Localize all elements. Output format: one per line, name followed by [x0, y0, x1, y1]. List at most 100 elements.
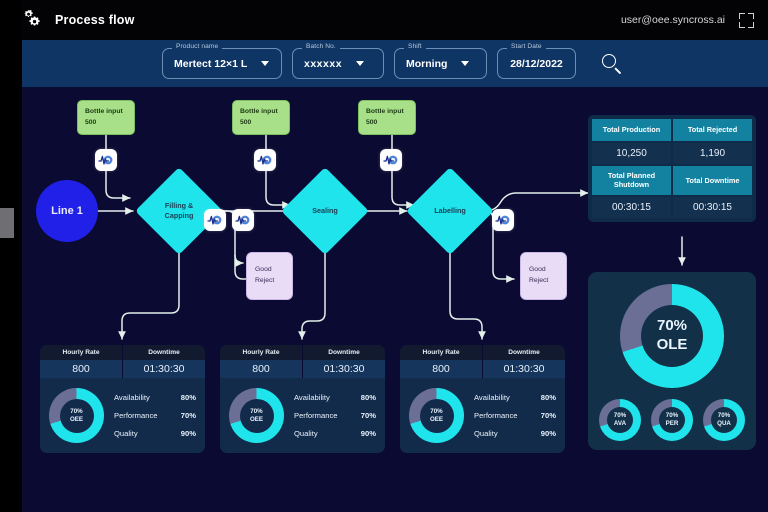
reject-box-1[interactable]: Good Reject [246, 252, 293, 300]
batch-no-select[interactable]: Batch No. xxxxxx [292, 43, 384, 79]
kpi-card-header: Hourly Rate Downtime [400, 345, 565, 360]
ava-value: 70% [613, 412, 627, 420]
oee-value: 70% [250, 407, 263, 415]
gear-icon[interactable] [22, 9, 46, 31]
ole-value: 70% [656, 317, 688, 335]
user-email[interactable]: user@oee.syncross.ai [621, 14, 725, 26]
sensor-waveform-icon[interactable] [204, 209, 226, 231]
stage-labelling[interactable]: Labelling [406, 167, 494, 255]
dashboard-root: Process flow user@oee.syncross.ai Produc… [0, 0, 768, 512]
kpi-metric-rows: Availability 80% Performance 70% Quality… [292, 393, 376, 438]
sensor-waveform-icon[interactable] [95, 149, 117, 171]
page-title: Process flow [55, 13, 135, 27]
oee-label: OEE [249, 415, 264, 423]
metric-pct: 90% [180, 429, 196, 438]
kpi-card-body: 70% OEE Availability 80% Performance 70%… [400, 378, 565, 453]
left-rail [0, 0, 22, 512]
chevron-down-icon [261, 61, 270, 66]
ole-mini-donuts: 70% AVA 70% PER 70% QUA [599, 399, 745, 441]
hourly-rate-label: Hourly Rate [400, 345, 483, 360]
search-icon[interactable] [601, 53, 623, 75]
bottle-input-title: Bottle input [85, 108, 123, 115]
bottle-input-value: 500 [85, 118, 97, 126]
reject-line1: Good [529, 266, 546, 273]
bottle-input-box-2[interactable]: Bottle input 500 [232, 100, 290, 136]
total-planned-shutdown-value: 00:30:15 [592, 196, 671, 218]
process-flow-canvas: Line 1 Bottle input 500 Bottle input 500… [22, 87, 768, 512]
downtime-value: 01:30:30 [323, 363, 365, 375]
kpi-metric-row: Quality 90% [294, 429, 376, 438]
per-label: PER [665, 420, 679, 427]
chevron-down-icon [461, 61, 470, 66]
total-rejected-label: Total Rejected [673, 119, 752, 141]
qua-value: 70% [717, 412, 731, 420]
filter-group: Product name Mertect 12×1 L Batch No. xx… [162, 43, 623, 79]
total-downtime-label: Total Downtime [673, 166, 752, 195]
hourly-rate-label: Hourly Rate [220, 345, 303, 360]
metric-name: Performance [294, 411, 338, 420]
reject-box-2[interactable]: Good Reject [520, 252, 567, 300]
line-node[interactable]: Line 1 [36, 180, 98, 242]
metric-pct: 70% [180, 411, 196, 420]
metric-name: Availability [474, 393, 510, 402]
metric-name: Availability [294, 393, 330, 402]
fullscreen-icon[interactable] [739, 12, 754, 28]
oee-donut-chart: 70% OEE [229, 388, 284, 443]
metric-name: Availability [114, 393, 150, 402]
kpi-card-values: 800 01:30:30 [40, 360, 205, 378]
sensor-waveform-icon[interactable] [492, 209, 514, 231]
reject-line2: Reject [529, 276, 549, 284]
oee-donut-chart: 70% OEE [409, 388, 464, 443]
product-name-select[interactable]: Product name Mertect 12×1 L [162, 43, 282, 79]
per-donut-chart: 70% PER [651, 399, 693, 441]
top-bar: Process flow user@oee.syncross.ai [0, 0, 768, 40]
downtime-value: 01:30:30 [143, 363, 185, 375]
kpi-metric-row: Quality 90% [474, 429, 556, 438]
sensor-waveform-icon[interactable] [254, 149, 276, 171]
kpi-metric-row: Availability 80% [294, 393, 376, 402]
bottle-input-box-1[interactable]: Bottle input 500 [77, 100, 135, 136]
kpi-card-values: 800 01:30:30 [400, 360, 565, 378]
hourly-rate-value: 800 [400, 360, 483, 378]
kpi-metric-row: Availability 80% [114, 393, 196, 402]
metric-pct: 70% [540, 411, 556, 420]
start-date-field[interactable]: Start Date 28/12/2022 [497, 43, 576, 79]
oee-label: OEE [69, 415, 84, 423]
kpi-card[interactable]: Hourly Rate Downtime 800 01:30:30 70% OE… [220, 345, 385, 453]
kpi-card[interactable]: Hourly Rate Downtime 800 01:30:30 70% OE… [400, 345, 565, 453]
batch-no-value: xxxxxx [304, 57, 343, 70]
sidebar-drawer-handle[interactable] [0, 208, 14, 238]
stage-sealing[interactable]: Sealing [281, 167, 369, 255]
stage-filling-capping[interactable]: Filling & Capping [135, 167, 223, 255]
bottle-input-value: 500 [366, 118, 378, 126]
kpi-card[interactable]: Hourly Rate Downtime 800 01:30:30 70% OE… [40, 345, 205, 453]
total-planned-shutdown-label: Total Planned Shutdown [592, 166, 671, 195]
kpi-metric-row: Quality 90% [114, 429, 196, 438]
ole-label: OLE [656, 336, 688, 353]
top-bar-right: user@oee.syncross.ai [621, 12, 754, 28]
metric-pct: 80% [180, 393, 196, 402]
shift-value: Morning [406, 57, 448, 70]
bottle-input-box-3[interactable]: Bottle input 500 [358, 100, 416, 136]
qua-donut-chart: 70% QUA [703, 399, 745, 441]
qua-label: QUA [717, 420, 731, 427]
filter-bar: Product name Mertect 12×1 L Batch No. xx… [22, 40, 768, 87]
shift-label: Shift [404, 43, 426, 50]
bottle-input-title: Bottle input [240, 108, 278, 115]
oee-value: 70% [70, 407, 83, 415]
downtime-label: Downtime [508, 349, 540, 356]
metric-pct: 70% [360, 411, 376, 420]
metric-pct: 80% [360, 393, 376, 402]
metric-name: Performance [474, 411, 518, 420]
sensor-waveform-icon[interactable] [232, 209, 254, 231]
kpi-metric-row: Performance 70% [294, 411, 376, 420]
kpi-card-header: Hourly Rate Downtime [40, 345, 205, 360]
hourly-rate-value: 800 [220, 360, 303, 378]
metric-name: Quality [114, 429, 138, 438]
shift-select[interactable]: Shift Morning [394, 43, 487, 79]
kpi-metric-row: Performance 70% [114, 411, 196, 420]
bottle-input-title: Bottle input [366, 108, 404, 115]
sensor-waveform-icon[interactable] [380, 149, 402, 171]
oee-value: 70% [430, 407, 443, 415]
reject-line1: Good [255, 266, 272, 273]
